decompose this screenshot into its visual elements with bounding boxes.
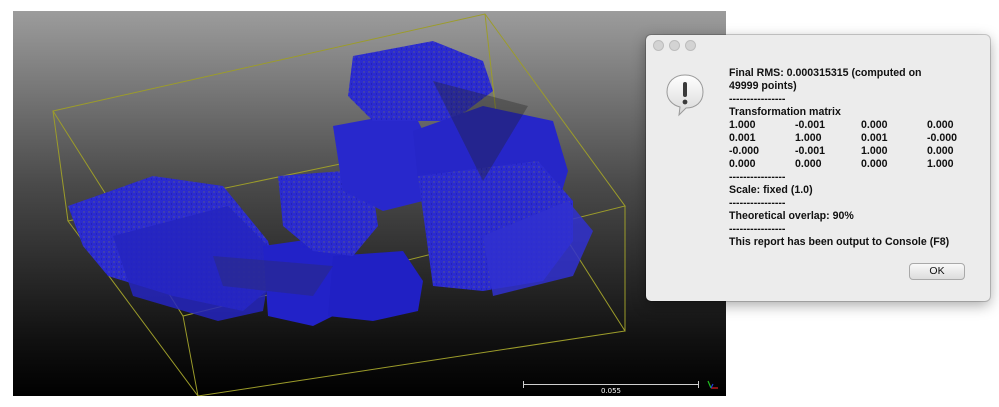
matrix-cell: 1.000 (861, 145, 888, 157)
exclamation-alert-icon (666, 74, 704, 117)
matrix-cell: 0.001 (861, 132, 888, 144)
matrix-cell: 0.000 (927, 119, 954, 131)
separator: ---------------- (729, 93, 786, 105)
separator: ---------------- (729, 223, 786, 235)
console-note: This report has been output to Console (… (729, 236, 950, 248)
scale-line: Scale: fixed (1.0) (729, 184, 813, 196)
matrix-cell: 0.000 (729, 158, 756, 170)
registration-report-dialog: Final RMS: 0.000315315 (computed on 4999… (646, 35, 990, 301)
matrix-cell: -0.001 (795, 145, 826, 157)
scale-bar: 0.055 (523, 381, 699, 395)
point-cloud-scene (52, 13, 626, 396)
matrix-cell: -0.001 (795, 119, 826, 131)
point-cloud (68, 41, 593, 326)
matrix-cell: 0.000 (861, 158, 888, 170)
ok-button[interactable]: OK (909, 263, 965, 280)
separator: ---------------- (729, 197, 786, 209)
matrix-cell: 0.000 (861, 119, 888, 131)
matrix-cell: -0.000 (927, 132, 958, 144)
scale-label: 0.055 (600, 387, 622, 395)
minimize-window-button[interactable] (669, 40, 680, 51)
report-message: Final RMS: 0.000315315 (computed on 4999… (729, 67, 979, 249)
matrix-cell: 1.000 (927, 158, 954, 170)
matrix-cell: 0.000 (927, 145, 954, 157)
matrix-cell: -0.000 (729, 145, 760, 157)
overlap-line: Theoretical overlap: 90% (729, 210, 854, 222)
zoom-window-button[interactable] (685, 40, 696, 51)
dialog-titlebar[interactable] (646, 35, 990, 55)
matrix-title: Transformation matrix (729, 106, 841, 118)
transformation-matrix: 1.000 -0.001 0.000 0.000 0.001 1.000 0.0… (729, 119, 979, 171)
matrix-cell: 1.000 (795, 132, 822, 144)
rms-points-line: 49999 points) (729, 80, 797, 92)
matrix-cell: 0.001 (729, 132, 756, 144)
axis-triad-icon (707, 380, 718, 389)
separator: ---------------- (729, 171, 786, 183)
matrix-cell: 0.000 (795, 158, 822, 170)
matrix-cell: 1.000 (729, 119, 756, 131)
rms-line: Final RMS: 0.000315315 (computed on (729, 67, 922, 79)
3d-viewport[interactable]: 0.055 (13, 11, 726, 396)
close-window-button[interactable] (653, 40, 664, 51)
